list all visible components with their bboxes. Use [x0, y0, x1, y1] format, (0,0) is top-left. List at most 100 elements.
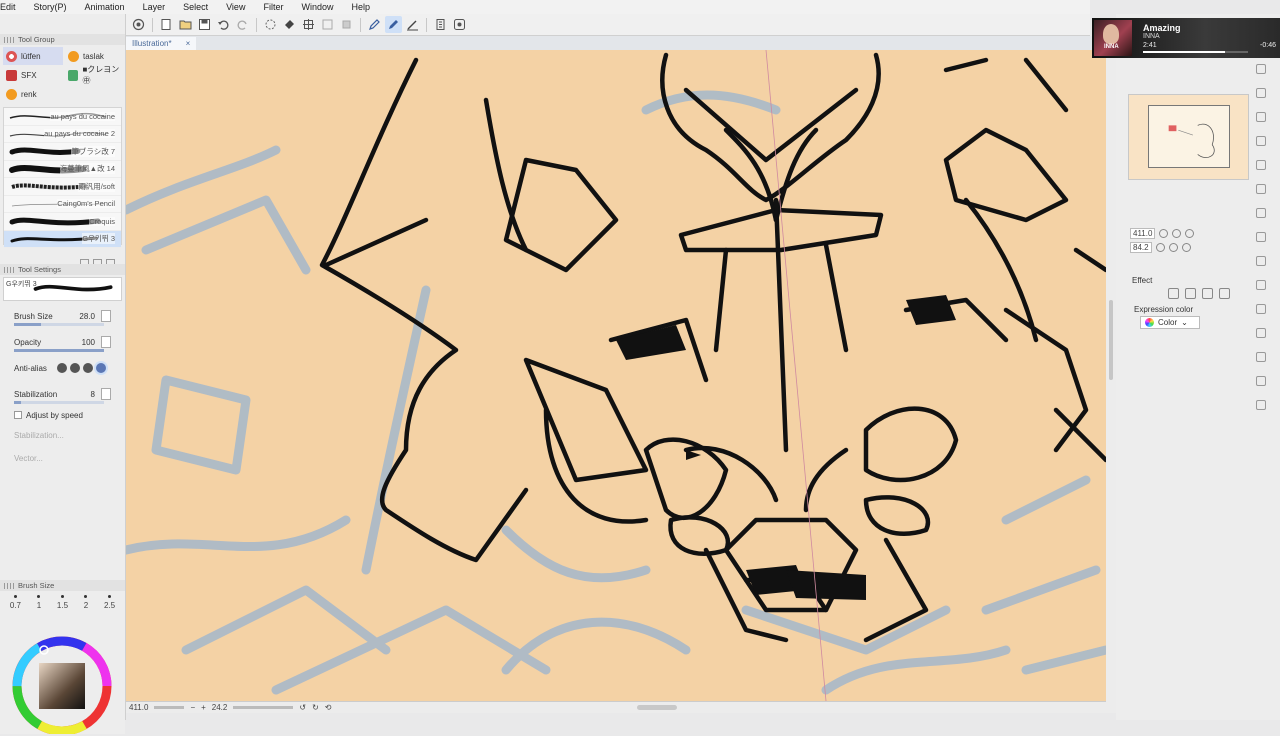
zoom-out-icon[interactable]: −: [190, 703, 195, 712]
brush-size-preset[interactable]: 2: [84, 595, 88, 610]
vertical-scrollbar[interactable]: [1106, 50, 1116, 713]
effect-none-icon[interactable]: [1168, 288, 1179, 299]
fit-icon[interactable]: [1185, 229, 1195, 238]
reset-rotation-icon[interactable]: [1181, 243, 1191, 252]
menu-layer[interactable]: Layer: [134, 2, 175, 12]
zoom-in-icon[interactable]: [1172, 229, 1182, 238]
layer-visibility-icon[interactable]: [1256, 304, 1266, 314]
antialias-strong[interactable]: [95, 363, 106, 373]
effect-tone-icon[interactable]: [1202, 288, 1213, 299]
effect-layer-color-icon[interactable]: [1219, 288, 1230, 299]
rotate-slider[interactable]: [233, 706, 294, 709]
expression-color-select[interactable]: Color ⌄: [1140, 316, 1200, 329]
menu-help[interactable]: Help: [342, 2, 379, 12]
tool-group-item-crayon[interactable]: ■クレヨン㊥: [65, 65, 125, 85]
rotate-right-icon[interactable]: ↻: [312, 703, 319, 712]
new-file-icon[interactable]: [158, 16, 175, 33]
layer-visibility-icon[interactable]: [1256, 280, 1266, 290]
fill-icon[interactable]: [281, 16, 298, 33]
grip-icon[interactable]: [4, 582, 14, 589]
brush-size-preset[interactable]: 1: [37, 595, 41, 610]
layer-visibility-icon[interactable]: [1256, 400, 1266, 410]
brush-item[interactable]: au pays du cocaine 2: [4, 126, 121, 143]
stabilization-slider[interactable]: [14, 401, 104, 404]
loading-spinner-icon[interactable]: [262, 16, 279, 33]
brush-size-slider[interactable]: [14, 323, 104, 326]
layer-visibility-icon[interactable]: [1256, 64, 1266, 74]
tool-group-item-renk[interactable]: renk: [3, 85, 63, 103]
zoom-readout[interactable]: 411.0: [129, 703, 148, 712]
menu-animation[interactable]: Animation: [76, 2, 134, 12]
layer-visibility-icon[interactable]: [1256, 112, 1266, 122]
layer-visibility-icon[interactable]: [1256, 208, 1266, 218]
layer-visibility-icon[interactable]: [1256, 184, 1266, 194]
ruler-pen-icon[interactable]: [404, 16, 421, 33]
antialias-selector[interactable]: [56, 363, 106, 373]
layer-visibility-icon[interactable]: [1256, 160, 1266, 170]
brush-tool-icon[interactable]: [385, 16, 402, 33]
menu-select[interactable]: Select: [174, 2, 217, 12]
zoom-in-icon[interactable]: +: [201, 703, 206, 712]
brush-item[interactable]: 海蔓筆風▲改 14: [4, 161, 121, 178]
redo-icon[interactable]: [234, 16, 251, 33]
rotate-left-icon[interactable]: [1155, 243, 1165, 252]
zoom-out-icon[interactable]: [1159, 229, 1169, 238]
antialias-none[interactable]: [56, 363, 67, 373]
layer-visibility-icon[interactable]: [1256, 256, 1266, 266]
tab-illustration[interactable]: Illustration* ×: [126, 37, 197, 50]
adjust-by-speed-checkbox[interactable]: [14, 411, 22, 419]
brush-size-preset[interactable]: 2.5: [104, 595, 115, 610]
menu-story[interactable]: Story(P): [25, 2, 76, 12]
tool-group-item-taslak[interactable]: taslak: [65, 47, 125, 65]
close-icon[interactable]: ×: [186, 39, 191, 48]
layer-visibility-icon[interactable]: [1256, 88, 1266, 98]
clip-studio-icon[interactable]: [130, 16, 147, 33]
brush-item-selected[interactable]: G우키뛰 3: [4, 230, 121, 248]
stabilization-value[interactable]: 8: [91, 390, 95, 399]
layer-property-icon[interactable]: [432, 16, 449, 33]
opacity-stepper[interactable]: [101, 336, 111, 348]
rotate-right-icon[interactable]: [1168, 243, 1178, 252]
rotate-left-icon[interactable]: ↺: [299, 703, 306, 712]
tool-group-item-lutfen[interactable]: lütfen: [3, 47, 63, 65]
brush-item[interactable]: au pays du cocaine: [4, 108, 121, 126]
grip-icon[interactable]: [4, 266, 14, 273]
grip-icon[interactable]: [4, 36, 14, 43]
brush-item[interactable]: 雨汎用/soft: [4, 178, 121, 196]
navigator-viewport[interactable]: [1148, 105, 1230, 168]
brush-size-stepper[interactable]: [101, 310, 111, 322]
horizontal-scrollbar[interactable]: [637, 705, 678, 710]
brush-item[interactable]: Croquis: [4, 213, 121, 231]
settings-icon[interactable]: [451, 16, 468, 33]
brush-item[interactable]: Caing0m's Pencil: [4, 196, 121, 213]
effect-border-icon[interactable]: [1185, 288, 1196, 299]
antialias-weak[interactable]: [69, 363, 80, 373]
scroll-thumb[interactable]: [1109, 300, 1113, 380]
transform-icon[interactable]: [300, 16, 317, 33]
save-icon[interactable]: [196, 16, 213, 33]
menu-edit[interactable]: Edit: [0, 2, 25, 12]
opacity-slider[interactable]: [14, 349, 104, 352]
layer-visibility-icon[interactable]: [1256, 136, 1266, 146]
angle-readout[interactable]: 24.2: [212, 703, 228, 712]
layer-visibility-icon[interactable]: [1256, 328, 1266, 338]
clear-outside-icon[interactable]: [338, 16, 355, 33]
menu-filter[interactable]: Filter: [254, 2, 292, 12]
color-wheel[interactable]: [0, 630, 125, 736]
layer-visibility-icon[interactable]: [1256, 352, 1266, 362]
brush-size-value[interactable]: 28.0: [79, 312, 95, 321]
brush-size-preset[interactable]: 1.5: [57, 595, 68, 610]
track-progress[interactable]: [1143, 51, 1248, 53]
stabilization-stepper[interactable]: [101, 388, 111, 400]
antialias-medium[interactable]: [82, 363, 93, 373]
navigator-zoom[interactable]: 411.0: [1130, 228, 1156, 239]
pen-tool-icon[interactable]: [366, 16, 383, 33]
menu-view[interactable]: View: [217, 2, 254, 12]
tool-group-item-sfx[interactable]: SFX: [3, 66, 63, 84]
media-player-overlay[interactable]: INNA Amazing INNA 2:41 -0:46: [1092, 18, 1280, 58]
menu-window[interactable]: Window: [292, 2, 342, 12]
layer-visibility-icon[interactable]: [1256, 376, 1266, 386]
zoom-slider[interactable]: [154, 706, 185, 709]
clear-icon[interactable]: [319, 16, 336, 33]
navigator-angle[interactable]: 84.2: [1130, 242, 1152, 253]
